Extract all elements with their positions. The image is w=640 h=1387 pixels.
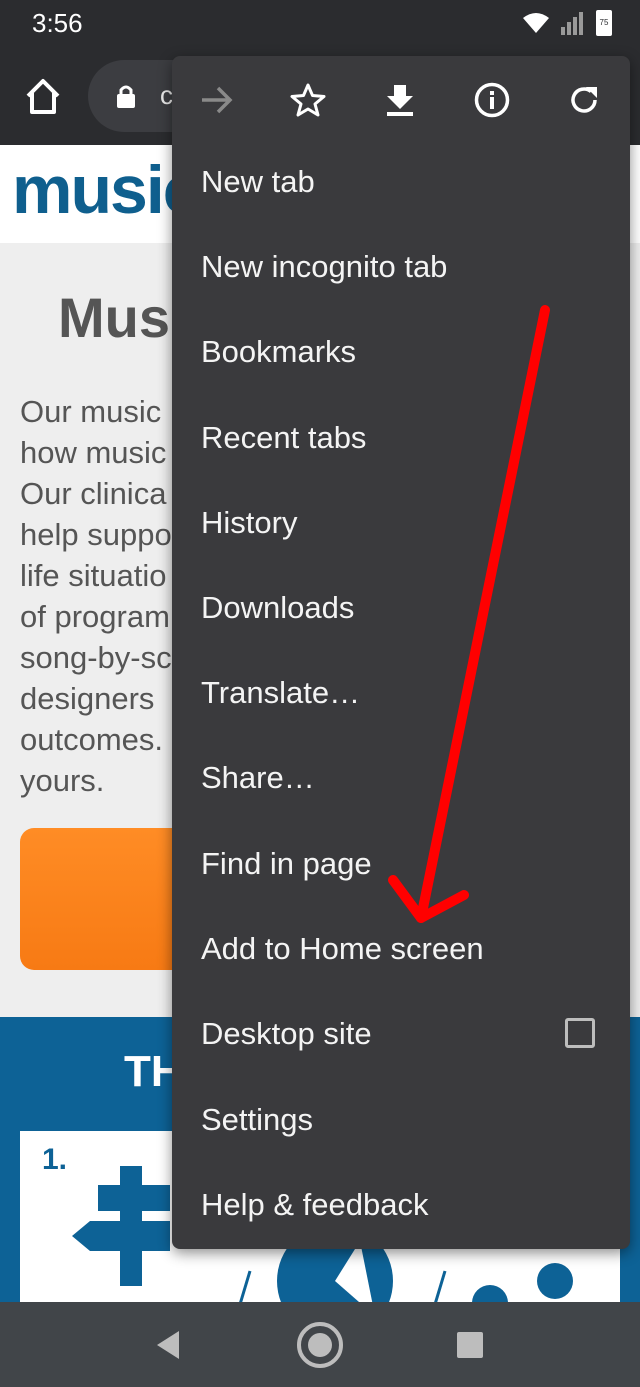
menu-item-find-in-page[interactable]: Find in page bbox=[172, 824, 630, 909]
home-icon bbox=[26, 79, 60, 114]
status-time: 3:56 bbox=[32, 8, 83, 38]
wifi-icon bbox=[523, 13, 549, 33]
menu-item-share[interactable]: Share… bbox=[172, 738, 630, 823]
menu-item-recent-tabs[interactable]: Recent tabs bbox=[172, 398, 630, 483]
menu-icon-row bbox=[172, 56, 630, 141]
menu-item-desktop-site[interactable]: Desktop site bbox=[172, 994, 630, 1079]
status-bar: 3:56 75 bbox=[0, 0, 640, 48]
back-icon bbox=[157, 1331, 179, 1359]
forward-icon bbox=[202, 86, 233, 114]
reload-button[interactable] bbox=[562, 78, 606, 122]
overflow-menu: New tab New incognito tab Bookmarks Rece… bbox=[172, 56, 630, 1249]
navigation-bar bbox=[0, 1302, 640, 1387]
menu-item-label: Add to Home screen bbox=[201, 931, 484, 966]
menu-item-new-tab[interactable]: New tab bbox=[172, 142, 630, 227]
menu-item-label: Help & feedback bbox=[201, 1187, 429, 1222]
battery-icon: 75 bbox=[596, 10, 612, 36]
menu-item-bookmarks[interactable]: Bookmarks bbox=[172, 312, 630, 397]
recents-icon bbox=[457, 1332, 483, 1358]
menu-item-new-incognito-tab[interactable]: New incognito tab bbox=[172, 227, 630, 312]
menu-item-label: Bookmarks bbox=[201, 334, 357, 369]
page-paragraph: Our music how music Our clinica help sup… bbox=[20, 394, 172, 798]
info-icon bbox=[474, 82, 510, 118]
menu-item-label: New incognito tab bbox=[201, 249, 448, 284]
home-nav-button[interactable] bbox=[295, 1320, 345, 1370]
page-heading: Mus bbox=[58, 286, 170, 349]
menu-item-label: Recent tabs bbox=[201, 420, 367, 455]
bookmark-star-icon bbox=[290, 83, 326, 117]
site-logo[interactable]: music bbox=[12, 151, 201, 229]
menu-item-label: Desktop site bbox=[201, 1016, 372, 1051]
signal-icon bbox=[561, 12, 583, 35]
desktop-site-checkbox[interactable] bbox=[565, 1018, 595, 1048]
reload-icon bbox=[571, 87, 597, 113]
bookmark-button[interactable] bbox=[286, 78, 330, 122]
menu-item-help-feedback[interactable]: Help & feedback bbox=[172, 1165, 630, 1250]
battery-level: 75 bbox=[599, 18, 609, 27]
forward-button[interactable] bbox=[195, 78, 239, 122]
menu-item-settings[interactable]: Settings bbox=[172, 1080, 630, 1165]
menu-item-downloads[interactable]: Downloads bbox=[172, 568, 630, 653]
download-icon bbox=[387, 85, 413, 116]
home-circle-icon bbox=[297, 1322, 343, 1368]
menu-item-add-to-home-screen[interactable]: Add to Home screen bbox=[172, 909, 630, 994]
menu-item-translate[interactable]: Translate… bbox=[172, 653, 630, 738]
menu-item-label: Settings bbox=[201, 1102, 314, 1137]
page-info-button[interactable] bbox=[470, 78, 514, 122]
lock-icon bbox=[117, 85, 135, 108]
menu-item-label: New tab bbox=[201, 164, 315, 199]
recents-button[interactable] bbox=[445, 1320, 495, 1370]
back-button[interactable] bbox=[143, 1320, 193, 1370]
menu-item-label: Share… bbox=[201, 760, 315, 795]
menu-item-label: Downloads bbox=[201, 590, 355, 625]
download-button[interactable] bbox=[378, 78, 422, 122]
home-button[interactable] bbox=[22, 76, 64, 116]
menu-item-label: Find in page bbox=[201, 846, 372, 881]
menu-item-label: History bbox=[201, 505, 298, 540]
menu-item-history[interactable]: History bbox=[172, 483, 630, 568]
menu-item-label: Translate… bbox=[201, 675, 361, 710]
status-icons: 75 bbox=[522, 10, 612, 36]
